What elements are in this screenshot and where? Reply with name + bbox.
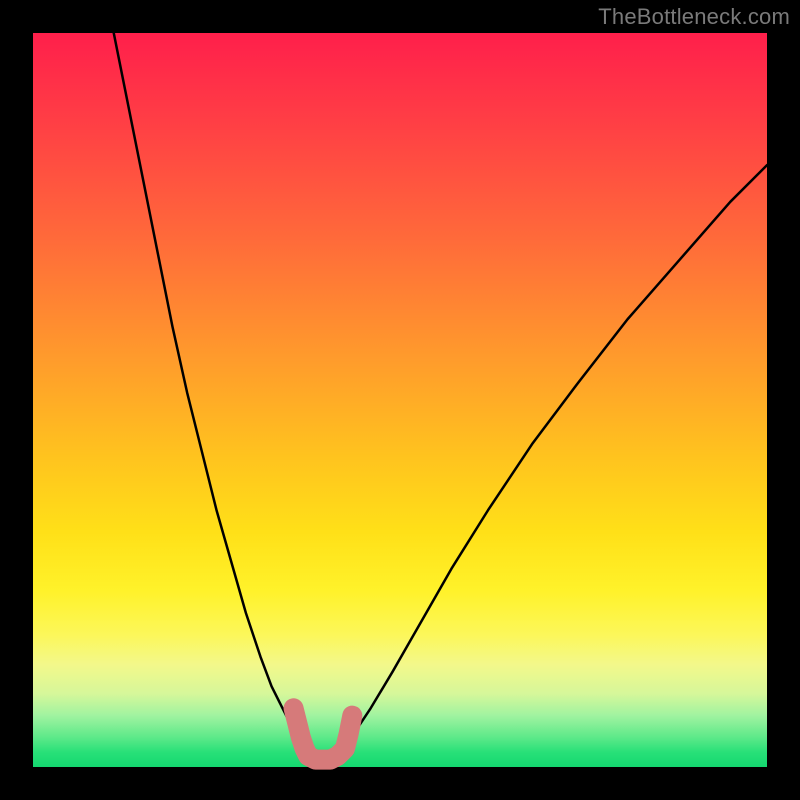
curves-svg: [33, 33, 767, 767]
optimal-highlight: [294, 708, 353, 759]
left-curve: [114, 33, 301, 745]
watermark-text: TheBottleneck.com: [598, 4, 790, 30]
right-curve: [345, 165, 767, 745]
chart-container: TheBottleneck.com: [0, 0, 800, 800]
plot-area: [33, 33, 767, 767]
